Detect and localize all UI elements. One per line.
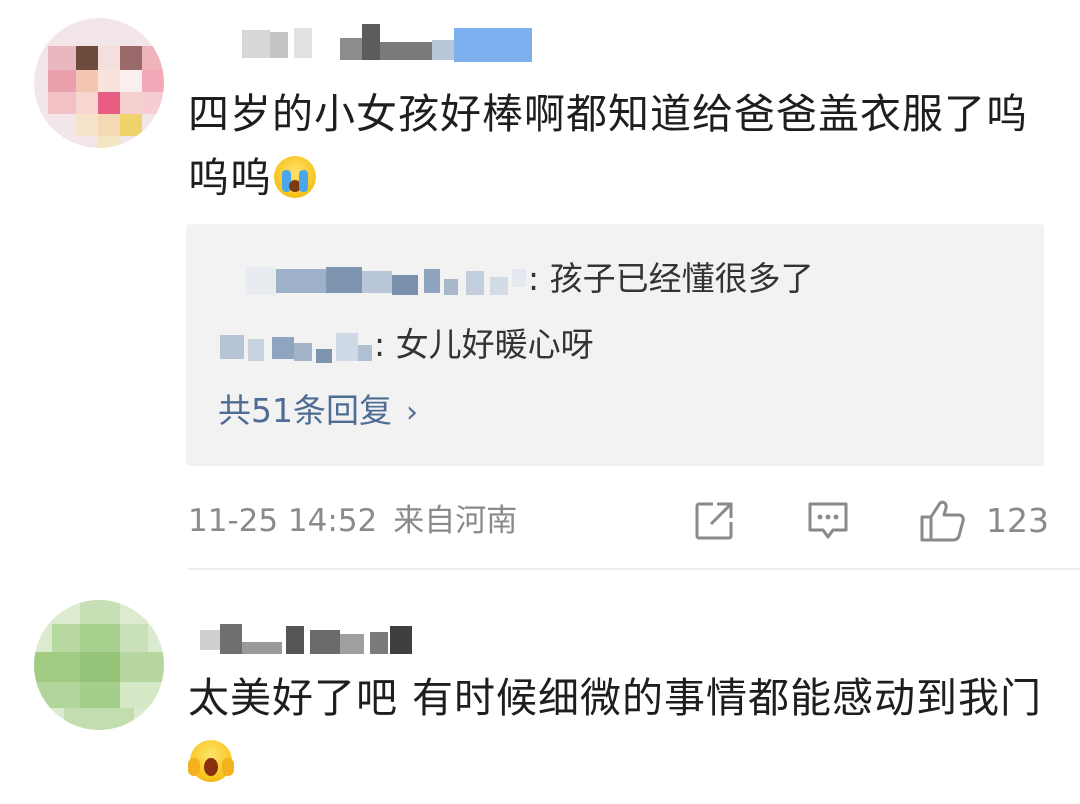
comment-text: 四岁的小女孩好棒啊都知道给爸爸盖衣服了呜呜呜 [188, 82, 1058, 210]
thumbs-up-icon [920, 500, 965, 542]
like-count: 123 [986, 501, 1049, 540]
username[interactable] [190, 618, 430, 662]
comment-body: 太美好了吧 有时候细微的事情都能感动到我门 [188, 674, 1043, 722]
loudly-crying-face-emoji [274, 156, 316, 198]
reply-username[interactable] [218, 263, 528, 299]
comment-time: 11-25 14:52 [188, 503, 378, 539]
more-replies-link[interactable]: 共51条回复 › [218, 386, 418, 438]
timestamp: 11-25 14:52 来自河南 [188, 496, 517, 546]
reply-text: : 女儿好暖心呀 [374, 325, 594, 364]
reply-item[interactable]: : 孩子已经懂很多了 [218, 254, 814, 304]
divider [188, 568, 1080, 570]
comment-text: 太美好了吧 有时候细微的事情都能感动到我门 [188, 666, 1048, 794]
face-screaming-in-fear-emoji [188, 740, 234, 782]
comment-button[interactable] [806, 500, 850, 542]
chevron-right-icon: › [406, 395, 418, 430]
comment-item: 四岁的小女孩好棒啊都知道给爸爸盖衣服了呜呜呜 : 孩子已经懂很多了: 女儿好暖… [0, 0, 1080, 570]
comment-location: 来自河南 [393, 503, 518, 539]
avatar[interactable] [34, 600, 164, 730]
reply-text: : 孩子已经懂很多了 [528, 259, 814, 298]
avatar[interactable] [34, 18, 164, 148]
reply-item[interactable]: : 女儿好暖心呀 [218, 320, 594, 370]
username[interactable] [236, 24, 546, 68]
comment-icon [808, 502, 848, 539]
comment-feed: 四岁的小女孩好棒啊都知道给爸爸盖衣服了呜呜呜 : 孩子已经懂很多了: 女儿好暖… [0, 0, 1080, 804]
more-replies-label: 共51条回复 [218, 391, 392, 430]
like-button[interactable]: 123 [918, 500, 1049, 542]
share-button[interactable] [693, 500, 737, 542]
replies-box[interactable]: : 孩子已经懂很多了 : 女儿好暖心呀 共51条回复 › [186, 224, 1044, 466]
share-icon [695, 502, 733, 540]
reply-username[interactable] [218, 329, 374, 365]
comment-meta: 11-25 14:52 来自河南 123 [188, 496, 1049, 546]
